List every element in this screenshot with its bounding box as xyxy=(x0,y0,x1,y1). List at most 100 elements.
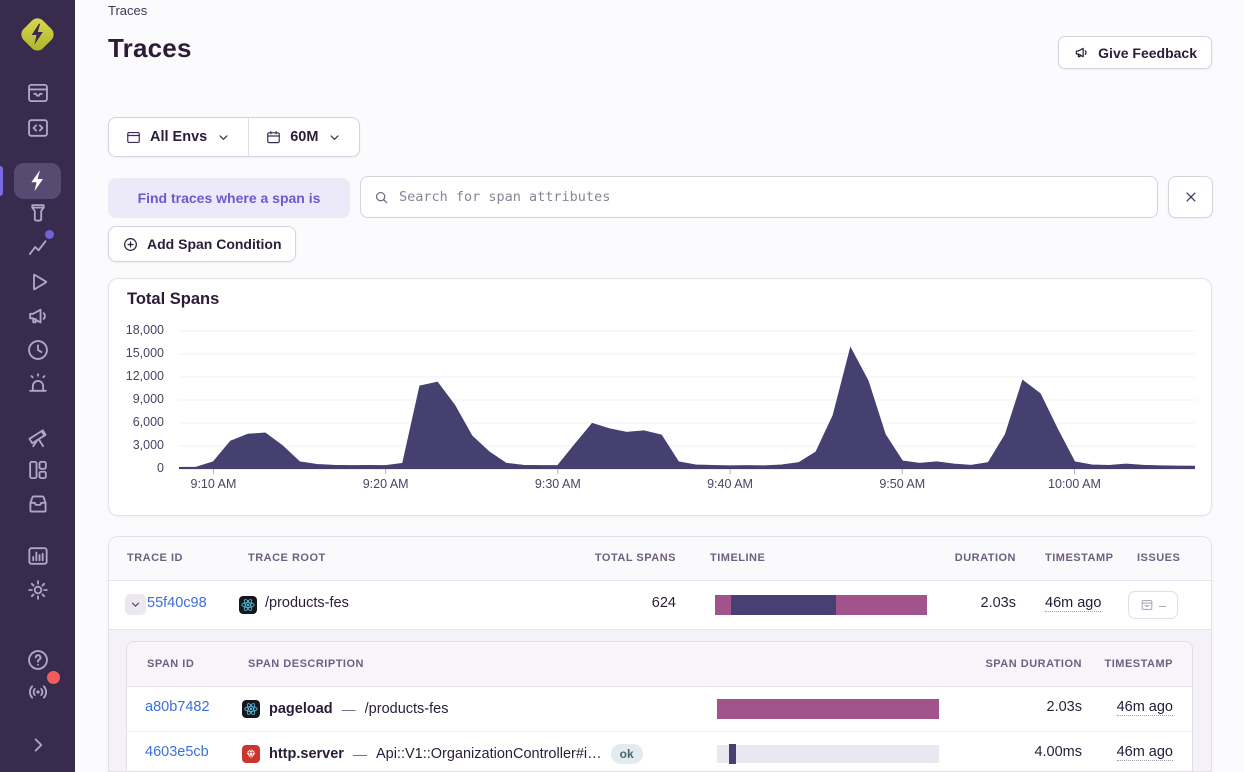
main-content: Traces Traces Give Feedback All Envs 60M… xyxy=(75,0,1244,772)
clear-search-button[interactable] xyxy=(1168,176,1213,218)
bar-chart-icon xyxy=(25,543,51,569)
span-attribute-search[interactable] xyxy=(360,176,1158,218)
sidebar-collapse-button[interactable] xyxy=(14,727,61,763)
span-duration: 4.00ms xyxy=(1034,744,1082,760)
y-axis-tick-label: 18,000 xyxy=(109,323,164,337)
sidebar-item-releases[interactable] xyxy=(14,486,61,522)
span-description: pageload — /products-fes xyxy=(242,687,448,731)
column-total-spans: TOTAL SPANS xyxy=(595,552,676,564)
sidebar-item-discover[interactable] xyxy=(14,418,61,454)
column-duration: DURATION xyxy=(955,552,1016,564)
trace-id-link[interactable]: 55f40c98 xyxy=(147,595,207,611)
span-timeline-bar[interactable] xyxy=(717,700,939,718)
x-axis-tick-label: 9:40 AM xyxy=(707,477,753,491)
environment-filter-dropdown[interactable]: All Envs xyxy=(109,118,248,156)
sidebar-item-stats[interactable] xyxy=(14,538,61,574)
window-icon xyxy=(125,129,142,146)
time-range-dropdown[interactable]: 60M xyxy=(248,118,359,156)
lightning-icon xyxy=(25,168,51,194)
column-timestamp: TIMESTAMP xyxy=(1045,552,1113,564)
x-axis-tick-label: 9:50 AM xyxy=(879,477,925,491)
x-axis-tick-label: 9:30 AM xyxy=(535,477,581,491)
react-icon xyxy=(239,596,257,614)
sidebar-item-issues[interactable] xyxy=(14,75,61,111)
traces-table-header: TRACE ID TRACE ROOT TOTAL SPANS TIMELINE… xyxy=(109,537,1211,581)
total-spans-chart-panel: Total Spans 03,0006,0009,00012,00015,000… xyxy=(108,278,1212,516)
close-icon xyxy=(1182,188,1200,206)
column-span-id: SPAN ID xyxy=(147,658,194,670)
sidebar-item-insights[interactable] xyxy=(14,229,61,265)
chevron-down-icon xyxy=(215,129,232,146)
separator: — xyxy=(342,701,356,717)
plus-circle-icon xyxy=(122,236,139,253)
app-logo[interactable] xyxy=(16,11,59,57)
trace-timeline-bar[interactable] xyxy=(715,595,927,615)
sidebar-item-profiling[interactable] xyxy=(14,195,61,231)
sidebar-item-user-feedback[interactable] xyxy=(14,298,61,334)
span-timestamp[interactable]: 46m ago xyxy=(1117,744,1173,761)
span-operation: pageload xyxy=(269,701,333,717)
clock-icon xyxy=(25,337,51,363)
chevron-down-icon xyxy=(326,129,343,146)
trace-root-name: /products-fes xyxy=(265,595,349,611)
siren-icon xyxy=(25,371,51,397)
sidebar-item-traces[interactable] xyxy=(14,163,61,199)
environment-filter-label: All Envs xyxy=(150,129,207,145)
trace-timestamp[interactable]: 46m ago xyxy=(1045,595,1101,612)
megaphone-icon xyxy=(25,303,51,329)
span-id-link[interactable]: a80b7482 xyxy=(145,699,210,715)
span-timestamp[interactable]: 46m ago xyxy=(1117,699,1173,716)
span-timeline-bar[interactable] xyxy=(717,745,939,763)
archive-icon xyxy=(25,491,51,517)
trace-issues-cell[interactable]: – xyxy=(1128,591,1178,619)
sidebar xyxy=(0,0,75,772)
span-description-text: /products-fes xyxy=(365,701,449,717)
issues-count: – xyxy=(1159,598,1166,613)
sidebar-item-history[interactable] xyxy=(14,332,61,368)
span-id-link[interactable]: 4603e5cb xyxy=(145,744,209,760)
sidebar-item-explore[interactable] xyxy=(14,110,61,146)
collapse-trace-button[interactable] xyxy=(125,594,146,615)
y-axis-tick-label: 3,000 xyxy=(109,438,164,452)
ruby-icon xyxy=(242,745,260,763)
sidebar-item-alerts[interactable] xyxy=(14,366,61,402)
y-axis-tick-label: 9,000 xyxy=(109,392,164,406)
filter-bar: All Envs 60M xyxy=(108,117,360,157)
span-table: SPAN ID SPAN DESCRIPTION SPAN DURATION T… xyxy=(126,641,1193,772)
separator: — xyxy=(353,746,367,762)
give-feedback-label: Give Feedback xyxy=(1098,45,1197,61)
issues-icon xyxy=(25,80,51,106)
sidebar-item-settings[interactable] xyxy=(14,572,61,608)
total-spans-area-chart[interactable] xyxy=(109,279,1211,515)
page-title: Traces xyxy=(108,33,192,64)
y-axis-tick-label: 12,000 xyxy=(109,369,164,383)
span-description-text: Api::V1::OrganizationController#i… xyxy=(376,746,602,762)
calendar-icon xyxy=(265,129,282,146)
play-icon xyxy=(25,269,51,295)
sidebar-item-whats-new[interactable] xyxy=(14,674,61,710)
explore-icon xyxy=(25,115,51,141)
trace-row: 55f40c98 /products-fes 624 2.03s 46m ago… xyxy=(109,581,1211,629)
span-row: 4603e5cb http.server — Api::V1::Organiza… xyxy=(127,731,1192,772)
column-trace-id: TRACE ID xyxy=(127,552,183,564)
x-axis-tick-label: 10:00 AM xyxy=(1048,477,1101,491)
add-span-condition-button[interactable]: Add Span Condition xyxy=(108,226,296,262)
give-feedback-button[interactable]: Give Feedback xyxy=(1058,36,1212,69)
sidebar-item-dashboards[interactable] xyxy=(14,452,61,488)
total-spans-value: 624 xyxy=(652,595,676,611)
breadcrumb[interactable]: Traces xyxy=(108,3,147,18)
active-nav-indicator xyxy=(0,166,3,196)
y-axis-tick-label: 0 xyxy=(109,461,164,475)
x-axis-tick-label: 9:10 AM xyxy=(191,477,237,491)
column-span-description: SPAN DESCRIPTION xyxy=(248,658,364,670)
sidebar-item-replays[interactable] xyxy=(14,264,61,300)
trace-duration: 2.03s xyxy=(981,595,1016,611)
react-icon xyxy=(242,700,260,718)
megaphone-icon xyxy=(1073,44,1090,61)
add-span-condition-label: Add Span Condition xyxy=(147,236,282,252)
span-table-header: SPAN ID SPAN DESCRIPTION SPAN DURATION T… xyxy=(127,642,1192,687)
time-range-label: 60M xyxy=(290,129,318,145)
question-icon xyxy=(25,647,51,673)
dashboard-icon xyxy=(25,457,51,483)
search-input[interactable] xyxy=(399,189,1145,205)
